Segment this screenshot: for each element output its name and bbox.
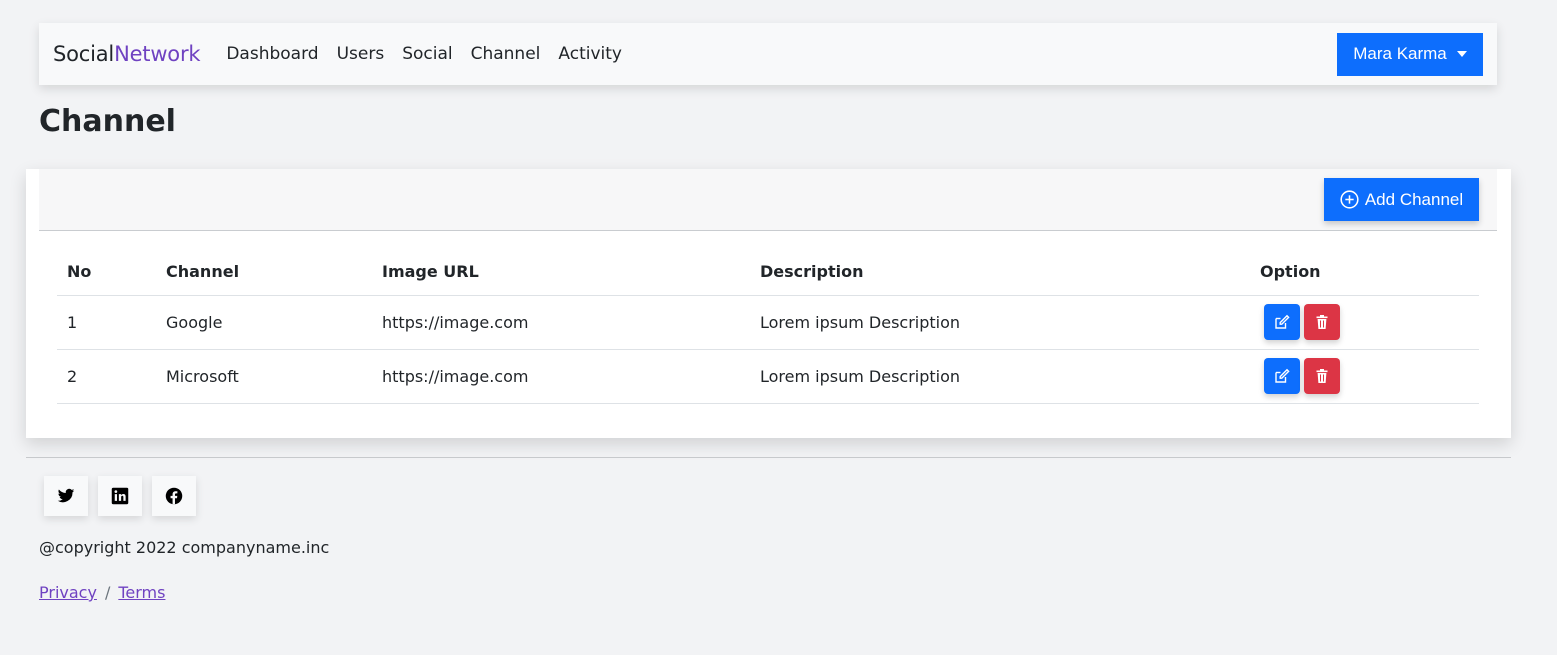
caret-down-icon	[1456, 51, 1467, 57]
cell-image-url: https://image.com	[372, 349, 750, 404]
copyright-text: @copyright 2022 companyname.inc	[39, 538, 330, 557]
edit-button[interactable]	[1264, 358, 1300, 394]
nav-link-users[interactable]: Users	[337, 44, 385, 64]
trash-icon	[1316, 369, 1328, 383]
facebook-icon	[165, 487, 183, 505]
twitter-button[interactable]	[44, 476, 88, 516]
delete-button[interactable]	[1304, 358, 1340, 394]
cell-no: 1	[57, 295, 156, 350]
nav-link-social[interactable]: Social	[402, 44, 452, 64]
column-header-description: Description	[750, 249, 1250, 296]
nav-link-channel[interactable]: Channel	[471, 44, 541, 64]
linkedin-icon	[111, 487, 129, 505]
add-channel-button[interactable]: Add Channel	[1324, 178, 1479, 221]
table-row: 2 Microsoft https://image.com Lorem ipsu…	[57, 349, 1479, 404]
table-row: 1 Google https://image.com Lorem ipsum D…	[57, 295, 1479, 350]
social-links	[44, 476, 196, 516]
user-menu-button[interactable]: Mara Karma	[1337, 32, 1483, 76]
top-navbar: SocialNetwork Dashboard Users Social Cha…	[39, 23, 1497, 85]
plus-circle-icon	[1340, 190, 1359, 209]
nav-link-dashboard[interactable]: Dashboard	[226, 44, 318, 64]
channel-card: Add Channel No Channel Image URL Descrip…	[26, 169, 1511, 438]
channel-table: No Channel Image URL Description Option …	[57, 249, 1479, 404]
edit-icon	[1275, 368, 1290, 383]
column-header-no: No	[57, 249, 156, 296]
page-title: Channel	[39, 104, 176, 139]
cell-image-url: https://image.com	[372, 295, 750, 350]
trash-icon	[1316, 315, 1328, 329]
edit-icon	[1275, 314, 1290, 329]
edit-button[interactable]	[1264, 304, 1300, 340]
card-header: Add Channel	[39, 169, 1497, 231]
twitter-icon	[57, 488, 75, 503]
linkedin-button[interactable]	[98, 476, 142, 516]
cell-no: 2	[57, 349, 156, 404]
nav-links: Dashboard Users Social Channel Activity	[226, 44, 622, 64]
cell-options	[1250, 295, 1479, 350]
facebook-button[interactable]	[152, 476, 196, 516]
legal-separator: /	[104, 583, 111, 602]
delete-button[interactable]	[1304, 304, 1340, 340]
privacy-link[interactable]: Privacy	[39, 583, 97, 602]
terms-link[interactable]: Terms	[118, 583, 165, 602]
cell-description: Lorem ipsum Description	[750, 349, 1250, 404]
column-header-image-url: Image URL	[372, 249, 750, 296]
table-header-row: No Channel Image URL Description Option	[57, 249, 1479, 296]
brand-logo[interactable]: SocialNetwork	[53, 42, 201, 66]
legal-links: Privacy / Terms	[39, 583, 165, 602]
column-header-channel: Channel	[156, 249, 372, 296]
cell-channel: Google	[156, 295, 372, 350]
cell-description: Lorem ipsum Description	[750, 295, 1250, 350]
nav-link-activity[interactable]: Activity	[558, 44, 622, 64]
add-channel-label: Add Channel	[1364, 189, 1464, 209]
cell-options	[1250, 349, 1479, 404]
brand-text-social: Social	[53, 42, 115, 66]
footer-divider	[26, 457, 1511, 458]
column-header-option: Option	[1250, 249, 1479, 296]
user-name: Mara Karma	[1353, 44, 1447, 63]
cell-channel: Microsoft	[156, 349, 372, 404]
brand-text-network: Network	[114, 42, 201, 66]
